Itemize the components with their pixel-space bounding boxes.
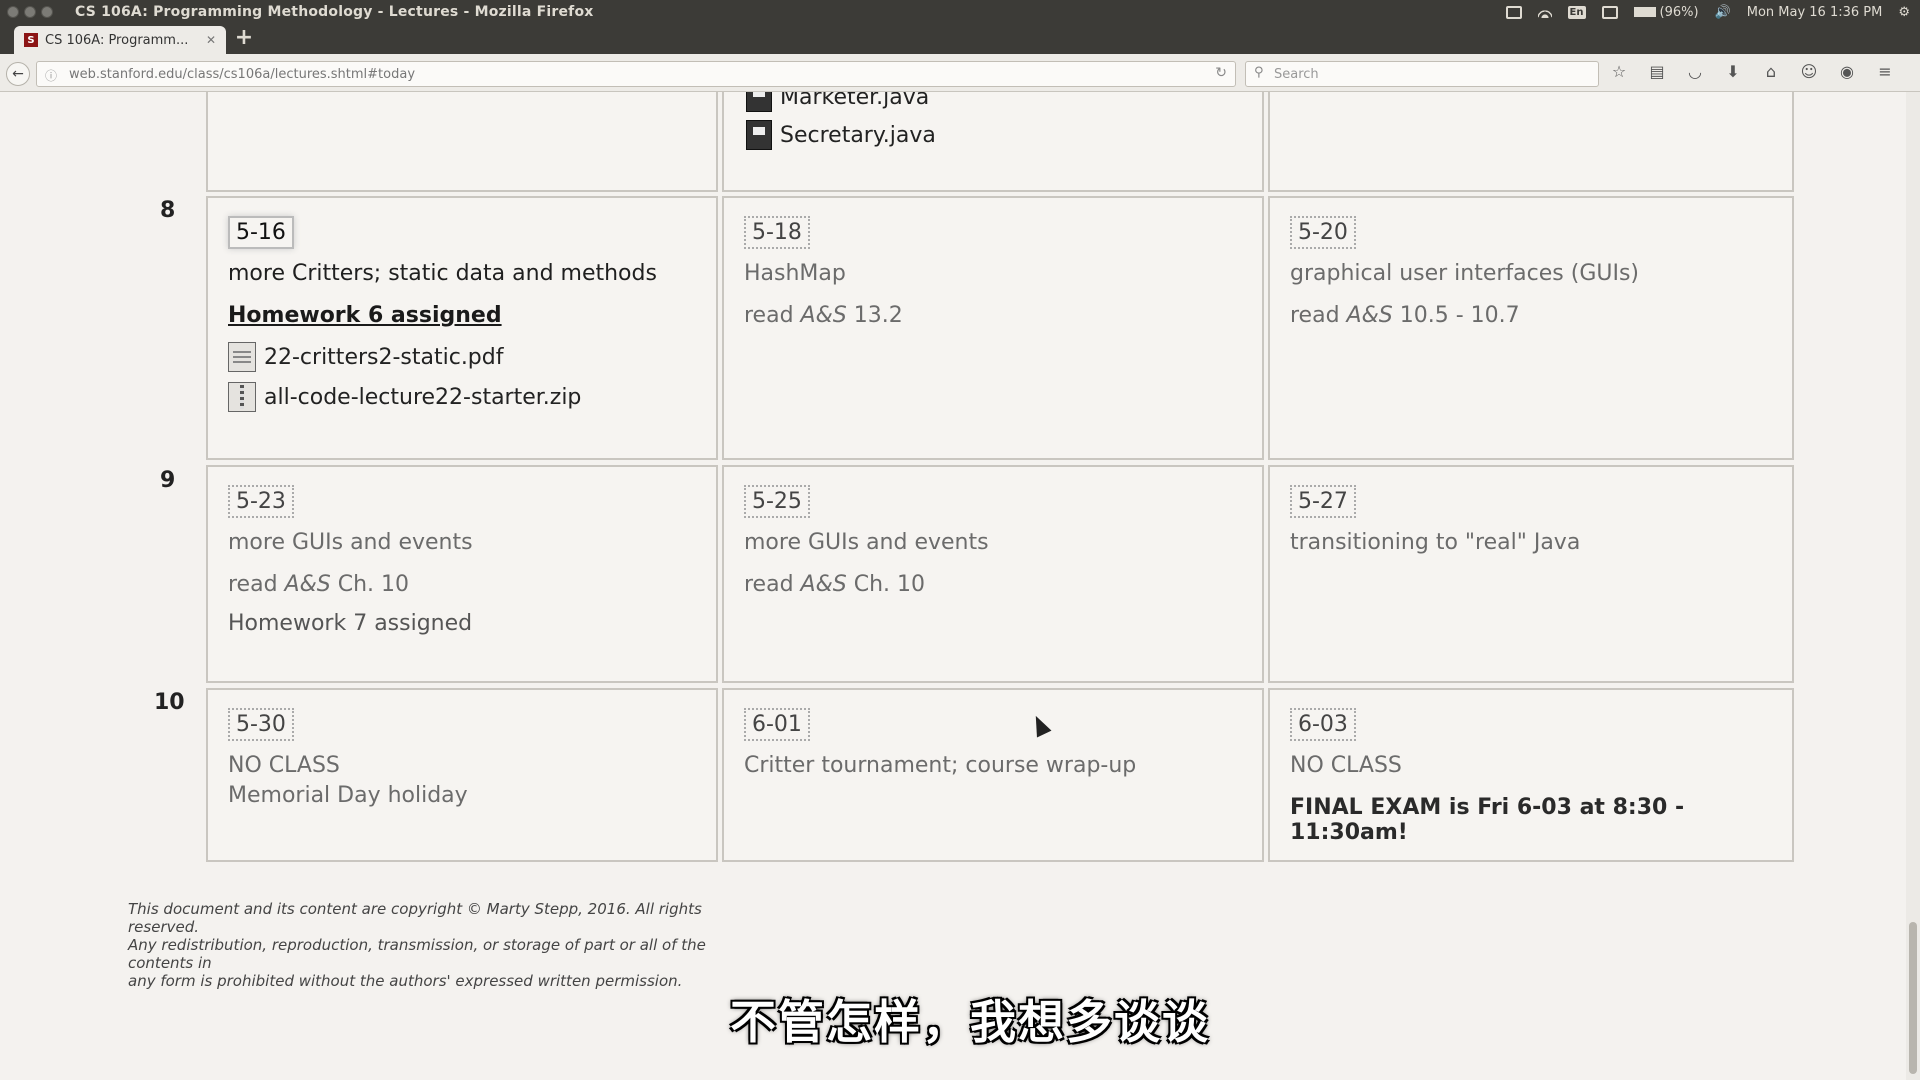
toolbar-icons: ☆ ▤ ◡ ⬇ ⌂ ☺ ◉ ≡ (1608, 62, 1896, 81)
schedule-cell-prev-wed: Marketer.java Secretary.java (722, 92, 1264, 192)
new-tab-button[interactable]: + (232, 27, 256, 50)
week-number: 10 (154, 690, 185, 715)
window-controls (7, 6, 53, 18)
date-badge: 6-01 (744, 708, 810, 741)
scrollbar-thumb[interactable] (1909, 922, 1917, 1074)
schedule-cell-prev-mon (206, 92, 718, 192)
lecture-topic: more Critters; static data and methods (228, 261, 657, 286)
reading-assignment: read A&S 10.5 - 10.7 (1290, 303, 1520, 328)
schedule-cell-5-30: 5-30 NO CLASS Memorial Day holiday (206, 688, 718, 862)
date-badge: 5-16 (228, 216, 294, 249)
file-link[interactable]: 22-critters2-static.pdf (228, 342, 708, 372)
input-method-indicator[interactable]: En (1567, 5, 1586, 19)
holiday-note: Memorial Day holiday (228, 783, 468, 808)
tab-title: CS 106A: Programm... (45, 32, 189, 48)
lecture-topic: transitioning to "real" Java (1290, 530, 1581, 555)
maximize-window-button[interactable] (41, 6, 53, 18)
search-icon: ⚲ (1254, 65, 1264, 80)
pdf-icon (228, 342, 256, 372)
reload-icon[interactable]: ↻ (1215, 65, 1227, 81)
footer-line: Any redistribution, reproduction, transm… (128, 936, 706, 972)
close-window-button[interactable] (7, 6, 19, 18)
menu-hamburger-icon[interactable]: ≡ (1874, 62, 1896, 81)
final-exam-note: FINAL EXAM is Fri 6-03 at 8:30 - 11:30am… (1290, 795, 1685, 845)
footer-line: This document and its content are copyri… (128, 900, 702, 936)
search-input[interactable]: ⚲ Search (1245, 61, 1599, 87)
system-tray: En (96%) 🔊 Mon May 16 1:36 PM ⚙ (1505, 0, 1910, 24)
reading-assignment: read A&S 13.2 (744, 303, 903, 328)
bookmark-star-icon[interactable]: ☆ (1608, 62, 1630, 81)
url-bar[interactable]: ⓘ web.stanford.edu/class/cs106a/lectures… (36, 61, 1236, 87)
pocket-icon[interactable]: ◡ (1684, 62, 1706, 81)
homework-note: Homework 7 assigned (228, 611, 473, 636)
video-subtitle: 不管怎样，我想多谈谈 (730, 995, 1210, 1049)
minimize-window-button[interactable] (24, 6, 36, 18)
schedule-cell-5-23: 5-23 more GUIs and events read A&S Ch. 1… (206, 465, 718, 683)
homework-link[interactable]: Homework 6 assigned (228, 303, 708, 328)
battery-icon (1633, 7, 1656, 17)
page-scrollbar[interactable] (1906, 92, 1920, 1080)
zip-icon (228, 382, 256, 412)
schedule-cell-5-20: 5-20 graphical user interfaces (GUIs) re… (1268, 196, 1794, 460)
reading-assignment: read A&S Ch. 10 (228, 572, 409, 597)
bookmarks-menu-icon[interactable]: ▤ (1646, 62, 1668, 81)
browser-tab-active[interactable]: S CS 106A: Programm... ✕ (14, 26, 226, 54)
schedule-cell-5-27: 5-27 transitioning to "real" Java (1268, 465, 1794, 683)
reading-assignment: read A&S Ch. 10 (744, 572, 925, 597)
file-link[interactable]: Marketer.java (746, 92, 936, 112)
battery-percent: (96%) (1659, 4, 1699, 20)
java-file-icon (746, 92, 772, 112)
week-number: 8 (160, 198, 176, 223)
java-file-icon (746, 120, 772, 150)
schedule-cell-6-03: 6-03 NO CLASS FINAL EXAM is Fri 6-03 at … (1268, 688, 1794, 862)
volume-icon[interactable]: 🔊 (1715, 5, 1731, 20)
extension-icon[interactable]: ◉ (1836, 62, 1858, 81)
settings-gear-icon[interactable]: ⚙ (1898, 5, 1910, 20)
date-badge: 5-27 (1290, 485, 1356, 518)
lecture-topic: graphical user interfaces (GUIs) (1290, 261, 1640, 286)
wifi-icon[interactable] (1537, 6, 1552, 18)
url-text: web.stanford.edu/class/cs106a/lectures.s… (69, 66, 416, 82)
date-badge: 6-03 (1290, 708, 1356, 741)
file-link[interactable]: all-code-lecture22-starter.zip (228, 382, 708, 412)
tab-bar: S CS 106A: Programm... ✕ + (0, 24, 1920, 54)
home-icon[interactable]: ⌂ (1760, 62, 1782, 81)
schedule-cell-prev-fri (1268, 92, 1794, 192)
lecture-topic: Critter tournament; course wrap-up (744, 753, 1137, 778)
copyright-footer: This document and its content are copyri… (128, 900, 748, 990)
schedule-cell-5-16: 5-16 more Critters; static data and meth… (206, 196, 718, 460)
stanford-favicon-icon: S (24, 33, 38, 47)
week-number: 9 (160, 468, 176, 493)
date-badge: 5-25 (744, 485, 810, 518)
search-placeholder: Search (1274, 66, 1319, 82)
lecture-topic: HashMap (744, 261, 846, 286)
schedule-cell-5-18: 5-18 HashMap read A&S 13.2 (722, 196, 1264, 460)
system-top-bar: CS 106A: Programming Methodology - Lectu… (0, 0, 1920, 24)
date-badge: 5-20 (1290, 216, 1356, 249)
lecture-topic: NO CLASS (228, 753, 340, 778)
chat-icon[interactable]: ☺ (1798, 62, 1820, 81)
date-badge: 5-18 (744, 216, 810, 249)
navigation-toolbar: ← ⓘ web.stanford.edu/class/cs106a/lectur… (0, 54, 1920, 92)
footer-line: any form is prohibited without the autho… (128, 972, 683, 990)
clock[interactable]: Mon May 16 1:36 PM (1747, 5, 1883, 20)
back-button[interactable]: ← (6, 62, 30, 86)
schedule-cell-6-01: 6-01 Critter tournament; course wrap-up (722, 688, 1264, 862)
battery-indicator[interactable]: (96%) (1633, 4, 1699, 20)
close-tab-icon[interactable]: ✕ (206, 33, 216, 47)
file-link[interactable]: Secretary.java (746, 120, 936, 150)
date-badge: 5-30 (228, 708, 294, 741)
date-badge: 5-23 (228, 485, 294, 518)
lecture-topic: more GUIs and events (744, 530, 989, 555)
schedule-cell-5-25: 5-25 more GUIs and events read A&S Ch. 1… (722, 465, 1264, 683)
download-icon[interactable]: ⬇ (1722, 62, 1744, 81)
site-info-icon[interactable]: ⓘ (45, 67, 57, 84)
window-title: CS 106A: Programming Methodology - Lectu… (75, 4, 594, 20)
camera-icon[interactable] (1505, 5, 1522, 19)
lecture-topic: NO CLASS (1290, 753, 1402, 778)
lecture-topic: more GUIs and events (228, 530, 473, 555)
mail-icon[interactable] (1601, 5, 1618, 19)
